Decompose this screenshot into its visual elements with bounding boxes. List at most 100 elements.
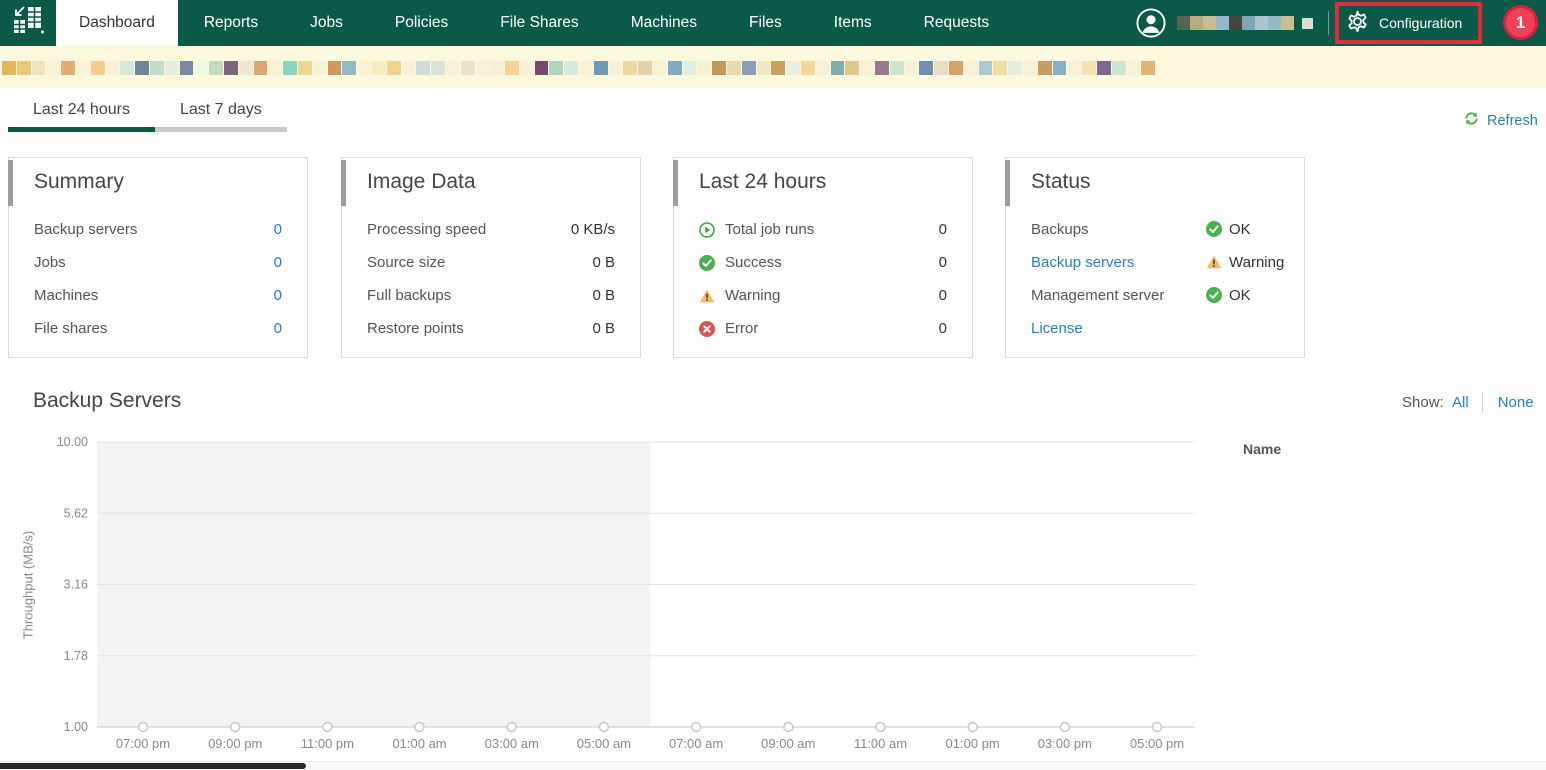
redacted-banner-blocks xyxy=(2,61,1156,75)
app-root: Dashboard Reports Jobs Policies File Sha… xyxy=(0,0,1546,770)
top-nav: Dashboard Reports Jobs Policies File Sha… xyxy=(0,0,1546,46)
summary-row: Backup servers 0 xyxy=(9,213,307,246)
nav-tab-jobs[interactable]: Jobs xyxy=(284,0,369,46)
backup-servers-title: Backup Servers xyxy=(33,389,182,412)
ok-icon xyxy=(1206,287,1222,304)
row-label-link[interactable]: License xyxy=(1031,320,1083,337)
row-label: Success xyxy=(725,254,782,271)
primary-nav-tabs: Dashboard Reports Jobs Policies File Sha… xyxy=(56,0,1015,46)
image-data-row: Source size 0 B xyxy=(342,246,640,279)
row-label: Jobs xyxy=(34,254,66,271)
redacted-username xyxy=(1177,16,1294,30)
license-row: License xyxy=(1006,312,1304,345)
card-accent-bar xyxy=(341,160,346,206)
status-text: OK xyxy=(1229,221,1251,238)
show-all-link[interactable]: All xyxy=(1452,394,1469,411)
refresh-label: Refresh xyxy=(1487,113,1538,129)
configuration-button[interactable]: Configuration xyxy=(1345,0,1462,46)
svg-text:07:00 pm: 07:00 pm xyxy=(116,736,170,751)
horizontal-scrollbar-track[interactable] xyxy=(0,761,1546,770)
svg-text:11:00 am: 11:00 am xyxy=(854,736,907,751)
card-accent-bar xyxy=(8,160,13,206)
row-label: Source size xyxy=(367,254,446,271)
refresh-button[interactable]: Refresh xyxy=(1463,110,1538,132)
image-data-card-title: Image Data xyxy=(367,170,476,193)
nav-tab-policies[interactable]: Policies xyxy=(369,0,474,46)
series-show-controls: Show: All None xyxy=(1402,392,1534,412)
row-label: Restore points xyxy=(367,320,464,337)
summary-card-title: Summary xyxy=(34,170,124,193)
row-label: Full backups xyxy=(367,287,452,304)
horizontal-scrollbar-thumb[interactable] xyxy=(0,763,306,769)
tab-last-7-days[interactable]: Last 7 days xyxy=(154,101,287,132)
success-row: Success 0 xyxy=(674,246,972,279)
summary-row: Machines 0 xyxy=(9,279,307,312)
svg-text:11:00 pm: 11:00 pm xyxy=(301,736,354,751)
image-data-card: Image Data Processing speed 0 KB/s Sourc… xyxy=(341,157,641,358)
redacted-username-end xyxy=(1302,18,1313,29)
svg-text:09:00 pm: 09:00 pm xyxy=(208,736,262,751)
row-label: Error xyxy=(725,320,759,337)
gear-icon xyxy=(1345,9,1370,37)
row-value: 0 B xyxy=(592,320,615,337)
error-row: Error 0 xyxy=(674,312,972,345)
image-data-row: Full backups 0 B xyxy=(342,279,640,312)
row-value-link[interactable]: 0 xyxy=(274,221,282,238)
user-avatar-icon[interactable] xyxy=(1136,8,1166,38)
configuration-label: Configuration xyxy=(1379,15,1463,31)
tab-last-24-hours[interactable]: Last 24 hours xyxy=(8,101,155,132)
warning-icon xyxy=(1206,254,1222,271)
row-label: Warning xyxy=(725,287,781,304)
svg-text:07:00 am: 07:00 am xyxy=(669,736,723,751)
svg-text:1.78: 1.78 xyxy=(64,649,88,663)
card-accent-bar xyxy=(673,160,678,206)
svg-text:09:00 am: 09:00 am xyxy=(761,736,815,751)
status-card-title: Status xyxy=(1031,170,1091,193)
row-value-link[interactable]: 0 xyxy=(274,287,282,304)
nav-tab-file-shares[interactable]: File Shares xyxy=(474,0,604,46)
svg-text:01:00 am: 01:00 am xyxy=(392,736,446,751)
success-icon xyxy=(699,254,715,271)
backup-servers-status-row: Backup servers Warning xyxy=(1006,246,1304,279)
throughput-chart: 10.00 5.62 3.16 1.78 1.00 07:00 pm 09:00 pm 11:… xyxy=(57,435,1195,751)
svg-text:1.00: 1.00 xyxy=(64,720,88,734)
status-text: OK xyxy=(1229,287,1251,304)
redacted-banner xyxy=(0,46,1546,88)
nav-tab-files[interactable]: Files xyxy=(723,0,808,46)
row-label: Total job runs xyxy=(725,221,815,238)
error-icon xyxy=(699,320,715,337)
svg-text:03:00 am: 03:00 am xyxy=(485,736,539,751)
row-label: Processing speed xyxy=(367,221,487,238)
row-label: Backup servers xyxy=(34,221,138,238)
row-value-link[interactable]: 0 xyxy=(274,320,282,337)
last-24-hours-card: Last 24 hours Total job runs 0 Success 0 xyxy=(673,157,973,358)
nav-tab-requests[interactable]: Requests xyxy=(898,0,1015,46)
time-range-tabs: Last 24 hours Last 7 days xyxy=(8,101,287,132)
row-value: 0 xyxy=(938,320,947,337)
status-card: Status Backups OK Backup servers Warning xyxy=(1005,157,1305,358)
ok-icon xyxy=(1206,221,1222,238)
status-text: Warning xyxy=(1229,254,1285,271)
svg-text:03:00 pm: 03:00 pm xyxy=(1038,736,1092,751)
nav-tab-reports[interactable]: Reports xyxy=(178,0,284,46)
refresh-icon xyxy=(1463,110,1480,132)
row-value-link[interactable]: 0 xyxy=(274,254,282,271)
svg-text:5.62: 5.62 xyxy=(64,506,88,520)
nav-tab-dashboard[interactable]: Dashboard xyxy=(56,0,178,46)
row-label-link[interactable]: Backup servers xyxy=(1031,254,1134,271)
row-value: 0 xyxy=(938,254,947,271)
backups-status-row: Backups OK xyxy=(1006,213,1304,246)
row-value: 0 xyxy=(938,287,947,304)
management-server-status-row: Management server OK xyxy=(1006,279,1304,312)
nav-tab-machines[interactable]: Machines xyxy=(605,0,723,46)
summary-card: Summary Backup servers 0 Jobs 0 Machines… xyxy=(8,157,308,358)
show-none-link[interactable]: None xyxy=(1498,394,1534,411)
last-24-hours-card-title: Last 24 hours xyxy=(699,170,827,193)
row-value: 0 B xyxy=(592,254,615,271)
summary-row: File shares 0 xyxy=(9,312,307,345)
console-logo-icon xyxy=(11,4,45,43)
svg-text:01:00 pm: 01:00 pm xyxy=(946,736,1000,751)
nav-tab-items[interactable]: Items xyxy=(808,0,898,46)
app-logo[interactable] xyxy=(0,0,56,46)
notification-badge[interactable]: 1 xyxy=(1503,5,1538,40)
